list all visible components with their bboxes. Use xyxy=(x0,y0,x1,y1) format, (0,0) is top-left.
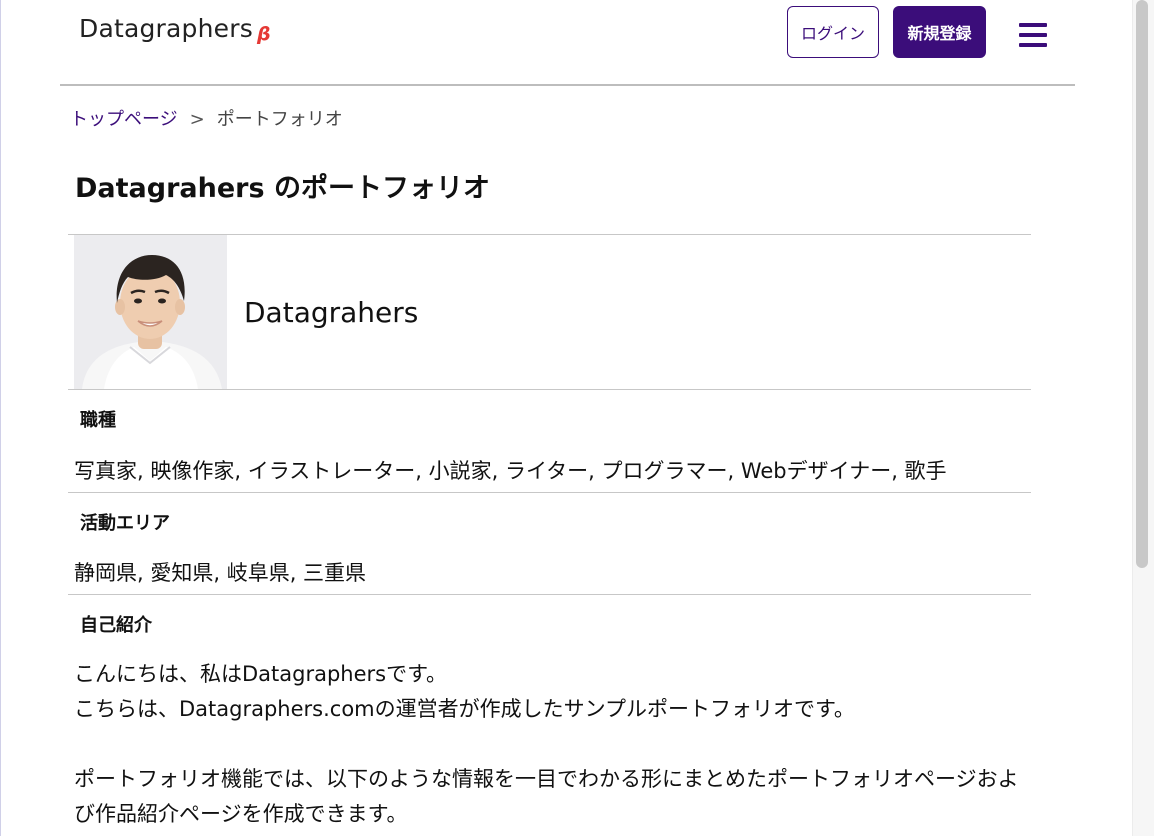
menu-bar xyxy=(1019,33,1047,37)
breadcrumb-home-link[interactable]: トップページ xyxy=(70,109,178,130)
breadcrumb-separator: > xyxy=(189,109,205,130)
signup-button[interactable]: 新規登録 xyxy=(893,6,986,58)
bio-spacer xyxy=(74,727,1034,762)
breadcrumb-current: ポートフォリオ xyxy=(216,109,343,130)
header-divider xyxy=(60,84,1075,86)
site-logo[interactable]: Datagraphers β xyxy=(79,14,271,45)
logo-text: Datagraphers xyxy=(79,14,253,43)
beta-badge: β xyxy=(256,23,271,45)
login-button[interactable]: ログイン xyxy=(787,6,879,58)
divider xyxy=(68,389,1031,390)
bio-line: ポートフォリオ機能では、以下のような情報を一目でわかる形にまとめたポートフォリオ… xyxy=(74,767,1019,826)
hamburger-menu-icon[interactable] xyxy=(1019,23,1047,47)
divider xyxy=(68,492,1031,493)
page-title: Datagrahers のポートフォリオ xyxy=(75,173,490,204)
profile-photo xyxy=(74,235,227,389)
bio-line: こちらは、Datagraphers.comの運営者が作成したサンプルポートフォリ… xyxy=(74,697,855,721)
breadcrumb: トップページ > ポートフォリオ xyxy=(70,105,343,131)
bio-line: こんにちは、私はDatagraphersです。 xyxy=(74,662,448,686)
profile-avatar xyxy=(74,235,227,389)
profile-name: Datagrahers xyxy=(244,296,419,329)
divider xyxy=(68,594,1031,595)
scrollbar-thumb[interactable] xyxy=(1136,0,1148,568)
menu-bar xyxy=(1019,23,1047,27)
menu-bar xyxy=(1019,43,1047,47)
area-value: 静岡県, 愛知県, 岐阜県, 三重県 xyxy=(74,561,367,585)
area-label: 活動エリア xyxy=(80,513,170,534)
bio-text: こんにちは、私はDatagraphersです。 こちらは、Datagrapher… xyxy=(74,657,1034,832)
bio-label: 自己紹介 xyxy=(80,615,152,636)
occupation-label: 職種 xyxy=(80,410,116,431)
occupation-value: 写真家, 映像作家, イラストレーター, 小説家, ライター, プログラマー, … xyxy=(74,459,947,483)
